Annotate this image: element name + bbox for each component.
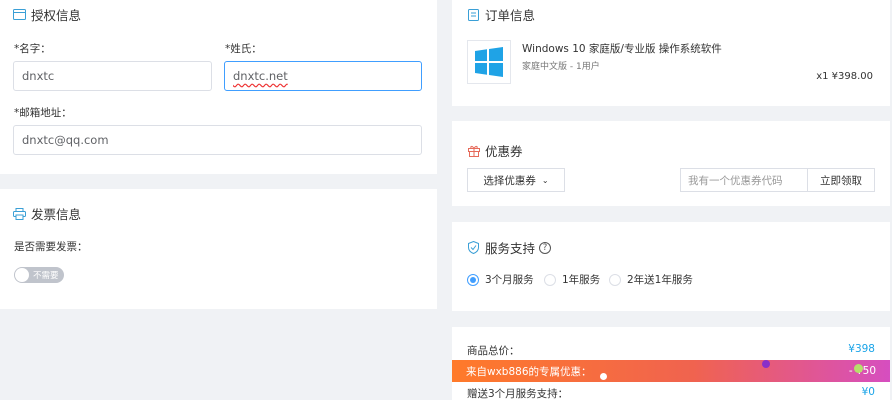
order-panel: 订单信息 Windows 10 家庭版/专业版 操作系统软件 家庭中文版 - 1…	[452, 0, 890, 106]
coupon-title: 优惠券	[467, 141, 523, 160]
total-value: ¥398	[848, 343, 875, 355]
coupon-code-input[interactable]: 我有一个优惠券代码	[680, 168, 808, 192]
invoice-panel: 发票信息 是否需要发票： 不需要	[0, 189, 437, 309]
invoice-title: 发票信息	[13, 204, 81, 223]
confetti-decoration	[854, 364, 863, 373]
invoice-need-label: 是否需要发票：	[14, 241, 88, 253]
confetti-decoration	[600, 373, 607, 380]
service-title-text: 服务支持	[485, 241, 536, 256]
invoice-title-text: 发票信息	[31, 207, 82, 222]
redeem-label: 立即领取	[820, 174, 862, 187]
name-field[interactable]: dnxtc	[13, 61, 212, 91]
radio-dot	[609, 273, 621, 286]
select-coupon-label: 选择优惠券	[483, 174, 536, 187]
email-value: dnxtc@qq.com	[22, 133, 109, 147]
surname-field[interactable]: dnxtc.net	[224, 61, 422, 91]
email-label: *邮箱地址：	[14, 107, 72, 119]
service-title: 服务支持 ?	[467, 238, 552, 257]
promo-banner: 来自wxb886的专属优惠： - ¥50	[452, 360, 890, 382]
confetti-decoration	[762, 360, 770, 368]
radio-dot	[467, 273, 479, 286]
name-label: *名字：	[14, 43, 51, 55]
auth-title-text: 授权信息	[31, 8, 82, 23]
order-title-text: 订单信息	[485, 8, 536, 23]
gift-value: ¥0	[861, 386, 875, 398]
product-qty-price: x1 ¥398.00	[816, 71, 873, 82]
auth-panel: 授权信息 *名字： dnxtc *姓氏： dnxtc.net *邮箱地址： dn…	[0, 0, 437, 174]
surname-value: dnxtc.net	[233, 69, 288, 83]
clipboard-icon	[467, 8, 480, 21]
gift-label: 赠送3个月服务支持：	[467, 388, 569, 400]
order-title: 订单信息	[467, 5, 535, 24]
product-name: Windows 10 家庭版/专业版 操作系统软件	[522, 43, 722, 55]
total-label: 商品总价：	[467, 345, 520, 357]
name-value: dnxtc	[22, 69, 55, 83]
windows-logo-icon	[475, 47, 503, 77]
service-option-2y1[interactable]: 2年送1年服务	[609, 272, 693, 287]
surname-label: *姓氏：	[225, 43, 262, 55]
email-field[interactable]: dnxtc@qq.com	[13, 125, 422, 155]
product-image	[467, 40, 511, 84]
service-option-label: 1年服务	[562, 274, 601, 286]
service-panel: 服务支持 ? 3个月服务 1年服务 2年送1年服务	[452, 222, 890, 311]
select-coupon-button[interactable]: 选择优惠券 ⌄	[467, 168, 565, 192]
shield-check-icon	[467, 241, 480, 254]
service-option-1y[interactable]: 1年服务	[544, 272, 600, 287]
promo-label: 来自wxb886的专属优惠：	[466, 365, 592, 378]
service-option-3m[interactable]: 3个月服务	[467, 272, 534, 287]
printer-icon	[13, 207, 26, 220]
product-sub: 家庭中文版 - 1用户	[522, 62, 600, 72]
coupon-panel: 优惠券 选择优惠券 ⌄ 我有一个优惠券代码 立即领取	[452, 121, 890, 206]
auth-title: 授权信息	[13, 5, 81, 24]
service-option-label: 3个月服务	[485, 274, 534, 286]
redeem-button[interactable]: 立即领取	[807, 168, 875, 192]
toggle-knob	[15, 268, 29, 282]
card-icon	[13, 8, 26, 21]
toggle-text: 不需要	[33, 271, 59, 281]
coupon-title-text: 优惠券	[485, 144, 523, 159]
invoice-toggle[interactable]: 不需要	[14, 267, 64, 283]
chevron-down-icon: ⌄	[541, 175, 549, 185]
radio-dot	[544, 273, 556, 286]
service-option-label: 2年送1年服务	[627, 274, 693, 286]
coupon-code-placeholder: 我有一个优惠券代码	[688, 174, 783, 187]
question-icon[interactable]: ?	[539, 241, 552, 254]
gift-icon	[467, 144, 480, 157]
